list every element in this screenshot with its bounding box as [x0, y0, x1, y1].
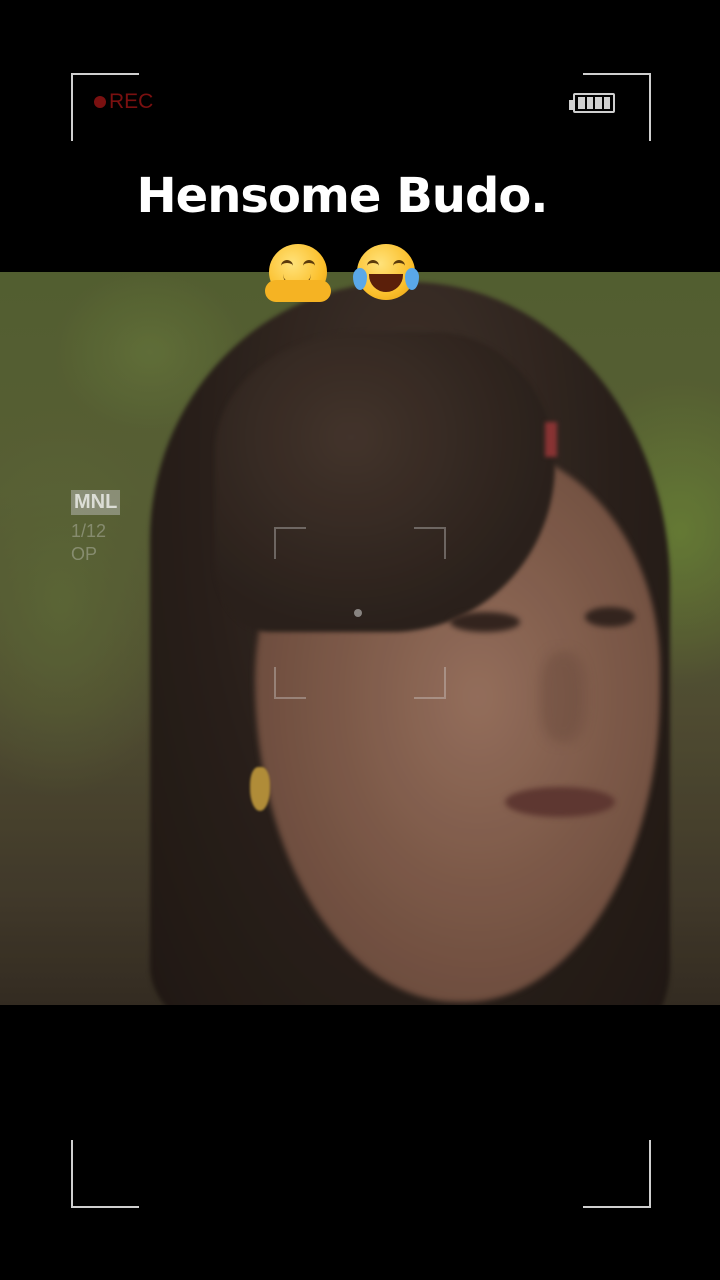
op-label: OP [71, 544, 98, 564]
focus-dot-icon [354, 609, 362, 617]
video-frame: REC Hensome Budo. MNL 1/12 OP [0, 0, 720, 1280]
viewfinder-corner-bottom-right [583, 1140, 651, 1208]
caption-emojis [0, 240, 684, 319]
battery-icon [569, 93, 619, 117]
hugging-face-icon [265, 240, 332, 302]
viewfinder-corner-bottom-left [71, 1140, 139, 1208]
tears-of-joy-icon [352, 240, 419, 302]
mode-badge: MNL [71, 490, 121, 515]
rec-indicator: REC [94, 90, 153, 114]
camera-info: MNL 1/12 OP [71, 490, 121, 565]
frame-counter: 1/12 [71, 521, 107, 541]
caption-text: Hensome Budo. [136, 168, 548, 224]
rec-label: REC [109, 90, 154, 113]
rec-dot-icon [94, 96, 106, 108]
focus-reticle [274, 527, 446, 699]
